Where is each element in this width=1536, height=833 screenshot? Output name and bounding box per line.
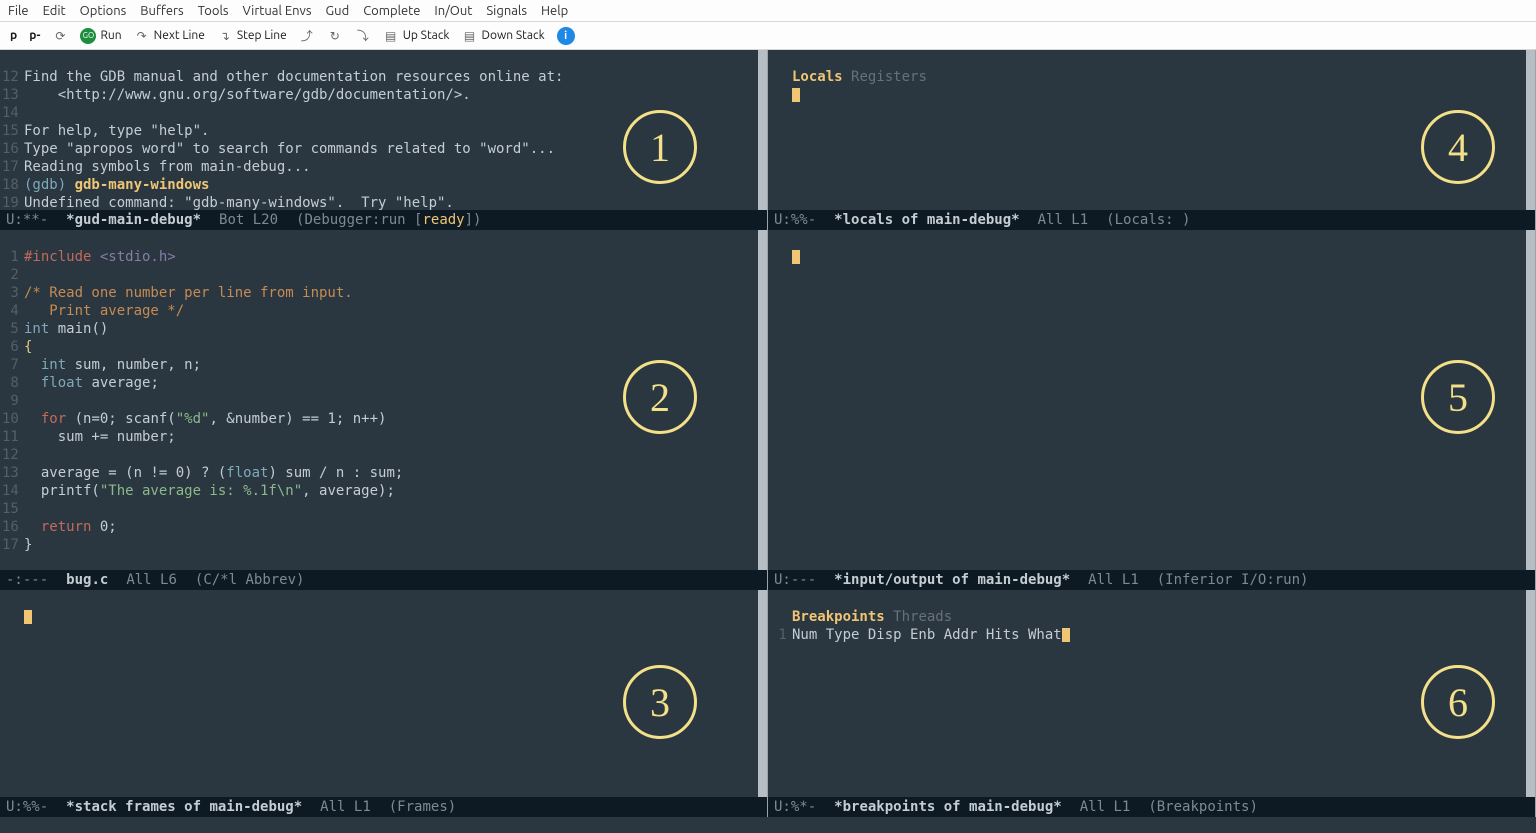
main-grid: 12Find the GDB manual and other document… xyxy=(0,50,1536,817)
continue-icon[interactable]: ↻ xyxy=(327,28,343,44)
finish-icon[interactable]: ⤵ xyxy=(355,28,371,44)
io-body[interactable] xyxy=(768,230,1535,570)
menuitem-virtual-envs[interactable]: Virtual Envs xyxy=(243,4,312,18)
modeline-locals[interactable]: U:%%- *locals of main-debug* All L1 (Loc… xyxy=(768,210,1535,230)
step-into-icon: ↴ xyxy=(217,28,233,44)
stack-up-icon: ▤ xyxy=(383,28,399,44)
step-out-icon[interactable]: ⤴ xyxy=(299,28,315,44)
play-icon: GO xyxy=(80,28,96,44)
modeline-stack[interactable]: U:%%- *stack frames of main-debug* All L… xyxy=(0,797,767,817)
scrollbar[interactable] xyxy=(1526,590,1535,797)
scrollbar[interactable] xyxy=(1526,230,1535,570)
modeline-breakpoints[interactable]: U:%*- *breakpoints of main-debug* All L1… xyxy=(768,797,1535,817)
scrollbar[interactable] xyxy=(758,230,767,570)
scrollbar[interactable] xyxy=(758,590,767,797)
menuitem-in-out[interactable]: In/Out xyxy=(434,4,472,18)
menuitem-help[interactable]: Help xyxy=(541,4,568,18)
tab-breakpoints[interactable]: Breakpoints xyxy=(792,609,885,625)
modeline-source[interactable]: -:--- bug.c All L6 (C/*l Abbrev) xyxy=(0,570,767,590)
tab-registers[interactable]: Registers xyxy=(851,69,927,85)
refresh-icon[interactable]: ⟳ xyxy=(52,28,68,44)
menubar: File Edit Options Buffers Tools Virtual … xyxy=(0,0,1536,22)
toolbar: p p- ⟳ GORun ↷Next Line ↴Step Line ⤴ ↻ ⤵… xyxy=(0,22,1536,50)
menuitem-gud[interactable]: Gud xyxy=(326,4,350,18)
pane-gud[interactable]: 12Find the GDB manual and other document… xyxy=(0,50,768,230)
toolbar-p-minus[interactable]: p- xyxy=(29,29,40,42)
pane-breakpoints[interactable]: Breakpoints Threads 1Num Type Disp Enb A… xyxy=(768,590,1536,817)
menuitem-file[interactable]: File xyxy=(8,4,29,18)
scrollbar[interactable] xyxy=(1526,50,1535,210)
breakpoints-body[interactable]: Breakpoints Threads 1Num Type Disp Enb A… xyxy=(768,590,1535,797)
pane-source[interactable]: 1#include <stdio.h> 2 3/* Read one numbe… xyxy=(0,230,768,590)
gud-body[interactable]: 12Find the GDB manual and other document… xyxy=(0,50,767,210)
tab-threads[interactable]: Threads xyxy=(893,609,952,625)
pane-stack[interactable]: 3 U:%%- *stack frames of main-debug* All… xyxy=(0,590,768,817)
minibuffer[interactable] xyxy=(0,817,1536,833)
run-button[interactable]: GORun xyxy=(80,28,121,44)
modeline-gud[interactable]: U:**- *gud-main-debug* Bot L20 (Debugger… xyxy=(0,210,767,230)
locals-body[interactable]: Locals Registers xyxy=(768,50,1535,210)
step-over-icon: ↷ xyxy=(134,28,150,44)
next-line-button[interactable]: ↷Next Line xyxy=(134,28,205,44)
scrollbar[interactable] xyxy=(758,50,767,210)
menuitem-edit[interactable]: Edit xyxy=(43,4,66,18)
up-stack-button[interactable]: ▤Up Stack xyxy=(383,28,450,44)
menuitem-tools[interactable]: Tools xyxy=(198,4,229,18)
source-body[interactable]: 1#include <stdio.h> 2 3/* Read one numbe… xyxy=(0,230,767,570)
pane-locals[interactable]: Locals Registers 4 U:%%- *locals of main… xyxy=(768,50,1536,230)
tab-locals[interactable]: Locals xyxy=(792,69,843,85)
menuitem-complete[interactable]: Complete xyxy=(363,4,420,18)
down-stack-button[interactable]: ▤Down Stack xyxy=(461,28,544,44)
stack-body[interactable] xyxy=(0,590,767,797)
menuitem-options[interactable]: Options xyxy=(80,4,127,18)
step-line-button[interactable]: ↴Step Line xyxy=(217,28,287,44)
menuitem-signals[interactable]: Signals xyxy=(486,4,527,18)
info-icon[interactable]: i xyxy=(557,27,575,45)
toolbar-p[interactable]: p xyxy=(10,29,17,42)
menuitem-buffers[interactable]: Buffers xyxy=(140,4,183,18)
pane-io[interactable]: 5 U:--- *input/output of main-debug* All… xyxy=(768,230,1536,590)
stack-down-icon: ▤ xyxy=(461,28,477,44)
modeline-io[interactable]: U:--- *input/output of main-debug* All L… xyxy=(768,570,1535,590)
